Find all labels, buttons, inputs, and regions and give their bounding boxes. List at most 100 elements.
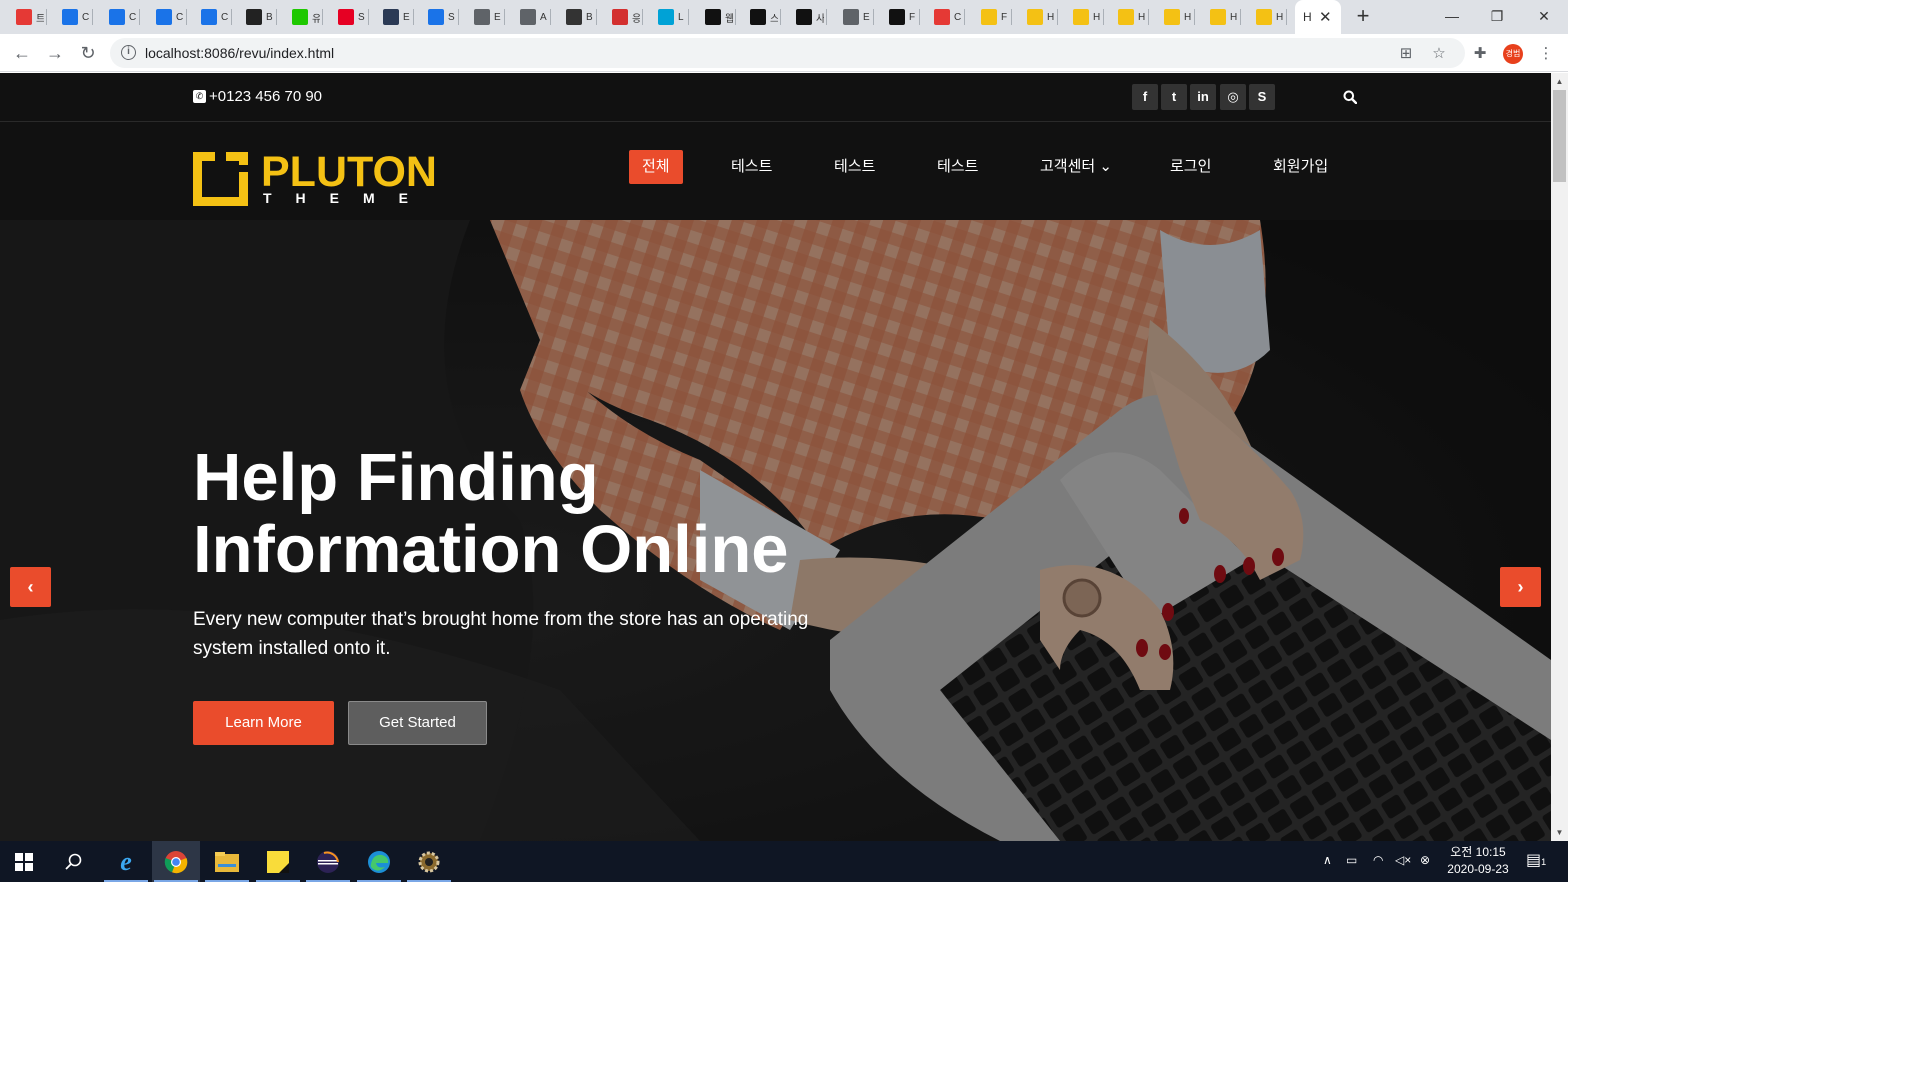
scroll-up-icon[interactable]: ▲ bbox=[1551, 73, 1568, 90]
bowtie-icon bbox=[889, 9, 905, 25]
skype-icon[interactable]: S bbox=[1249, 84, 1275, 110]
twitter-icon[interactable]: t bbox=[1161, 84, 1187, 110]
scrollbar-thumb[interactable] bbox=[1553, 90, 1566, 182]
tab-title: A bbox=[540, 11, 547, 23]
nav-item-all[interactable]: 전체 bbox=[629, 150, 683, 184]
page-scrollbar[interactable]: ▲ ▼ bbox=[1551, 73, 1568, 841]
tab-separator bbox=[873, 9, 874, 25]
browser-tab[interactable]: 사 bbox=[796, 6, 827, 28]
browser-tab[interactable]: E bbox=[383, 6, 414, 28]
wix-icon bbox=[796, 9, 812, 25]
nav-item-signup[interactable]: 회원가입 bbox=[1273, 150, 1328, 184]
url-text: localhost:8086/revu/index.html bbox=[145, 45, 335, 61]
nav-item-login[interactable]: 로그인 bbox=[1170, 150, 1211, 184]
browser-tab[interactable]: C bbox=[109, 6, 140, 28]
chrome-icon[interactable] bbox=[152, 841, 200, 882]
browser-tab[interactable]: H bbox=[1164, 6, 1195, 28]
start-icon[interactable] bbox=[0, 841, 48, 882]
sticky-notes-icon[interactable] bbox=[254, 841, 302, 882]
browser-tab[interactable]: 스 bbox=[750, 6, 781, 28]
taskbar-clock[interactable]: 오전 10:15 2020-09-23 bbox=[1440, 844, 1516, 878]
browser-tab[interactable]: H bbox=[1073, 6, 1104, 28]
volume-muted-icon[interactable]: ◁× bbox=[1395, 853, 1411, 867]
translate-icon[interactable]: ⊞ bbox=[1397, 45, 1415, 63]
tab-title: 사 bbox=[816, 13, 824, 25]
tab-title: C bbox=[82, 11, 90, 23]
browser-tab[interactable]: H bbox=[1027, 6, 1058, 28]
hero-title-line-1: Help Finding bbox=[193, 440, 599, 515]
status-error-icon[interactable]: ⊗ bbox=[1420, 853, 1430, 867]
browser-tab[interactable]: C bbox=[156, 6, 187, 28]
edge-icon[interactable] bbox=[355, 841, 403, 882]
tab-separator bbox=[1103, 9, 1104, 25]
browser-tab[interactable]: F bbox=[889, 6, 920, 28]
browser-tab[interactable]: E bbox=[843, 6, 874, 28]
browser-tab[interactable]: 응 bbox=[612, 6, 643, 28]
browser-tab[interactable]: C bbox=[934, 6, 965, 28]
search-icon[interactable] bbox=[1343, 90, 1357, 104]
settings-app-icon[interactable] bbox=[405, 841, 453, 882]
tab-separator bbox=[1057, 9, 1058, 25]
forward-button[interactable]: → bbox=[44, 42, 66, 64]
battery-icon[interactable]: ▭ bbox=[1346, 853, 1357, 867]
nav-item-test-2[interactable]: 테스트 bbox=[834, 150, 875, 184]
reload-button[interactable]: ↻ bbox=[77, 42, 99, 64]
search-icon[interactable] bbox=[50, 841, 98, 882]
profile-avatar[interactable]: 경범 bbox=[1503, 44, 1523, 64]
browser-tab[interactable]: S bbox=[428, 6, 459, 28]
slider-prev-button[interactable]: ‹ bbox=[10, 567, 51, 607]
slider-next-button[interactable]: › bbox=[1500, 567, 1541, 607]
browser-tab[interactable]: H bbox=[1210, 6, 1241, 28]
close-window-button[interactable]: ✕ bbox=[1529, 4, 1559, 28]
linkedin-icon[interactable]: in bbox=[1190, 84, 1216, 110]
tab-title: B bbox=[266, 11, 273, 23]
site-info-icon[interactable]: i bbox=[121, 45, 136, 60]
nav-item-test-3[interactable]: 테스트 bbox=[937, 150, 978, 184]
browser-tab[interactable]: C bbox=[62, 6, 93, 28]
tray-overflow-icon[interactable]: ∧ bbox=[1323, 853, 1332, 867]
browser-tab[interactable]: B bbox=[566, 6, 597, 28]
browser-tab[interactable]: L bbox=[658, 6, 689, 28]
bookmark-star-icon[interactable]: ☆ bbox=[1430, 45, 1448, 63]
tab-title: 응 bbox=[632, 13, 640, 25]
learn-more-button[interactable]: Learn More bbox=[193, 701, 334, 745]
active-tab[interactable]: H ✕ bbox=[1295, 0, 1341, 34]
close-tab-icon[interactable]: ✕ bbox=[1319, 8, 1332, 26]
notifications-icon[interactable]: ▤1 bbox=[1526, 850, 1546, 870]
browser-tab[interactable]: A bbox=[520, 6, 551, 28]
menu-kebab-icon[interactable]: ⋮ bbox=[1537, 45, 1555, 63]
scroll-down-icon[interactable]: ▼ bbox=[1551, 824, 1568, 841]
get-started-button[interactable]: Get Started bbox=[348, 701, 487, 745]
facebook-icon[interactable]: f bbox=[1132, 84, 1158, 110]
restore-button[interactable]: ❐ bbox=[1482, 4, 1512, 28]
back-button[interactable]: ← bbox=[11, 42, 33, 64]
browser-tab[interactable]: C bbox=[201, 6, 232, 28]
browser-tab[interactable]: 유 bbox=[292, 6, 323, 28]
extensions-icon[interactable]: ✚ bbox=[1471, 45, 1489, 63]
nav-item-test-1[interactable]: 테스트 bbox=[731, 150, 772, 184]
new-tab-button[interactable]: + bbox=[1352, 5, 1374, 27]
minimize-button[interactable]: — bbox=[1437, 4, 1467, 28]
tab-separator bbox=[1148, 9, 1149, 25]
browser-tab[interactable]: E bbox=[474, 6, 505, 28]
browser-tab[interactable]: H bbox=[1256, 6, 1287, 28]
tab-separator bbox=[1194, 9, 1195, 25]
site-logo[interactable]: PLUTON THEME bbox=[193, 148, 443, 208]
explorer-icon[interactable] bbox=[203, 841, 251, 882]
browser-tab[interactable]: B bbox=[246, 6, 277, 28]
tab-title: L bbox=[678, 11, 684, 23]
tab-title: 유 bbox=[312, 13, 320, 25]
browser-tab[interactable]: F bbox=[981, 6, 1012, 28]
browser-tab[interactable]: 웹 bbox=[705, 6, 736, 28]
browser-tab[interactable]: H bbox=[1118, 6, 1149, 28]
address-bar[interactable]: i localhost:8086/revu/index.html bbox=[110, 38, 1465, 68]
tab-title: E bbox=[863, 11, 870, 23]
dribbble-icon[interactable]: ◎ bbox=[1220, 84, 1246, 110]
browser-tab[interactable]: 트 bbox=[16, 6, 47, 28]
ie-icon[interactable]: e bbox=[102, 841, 150, 882]
eclipse-icon[interactable] bbox=[304, 841, 352, 882]
tab-separator bbox=[231, 9, 232, 25]
browser-tab[interactable]: S bbox=[338, 6, 369, 28]
network-icon[interactable]: ◠ bbox=[1373, 853, 1383, 867]
nav-item-customer-center[interactable]: 고객센터 ⌄ bbox=[1040, 150, 1112, 184]
